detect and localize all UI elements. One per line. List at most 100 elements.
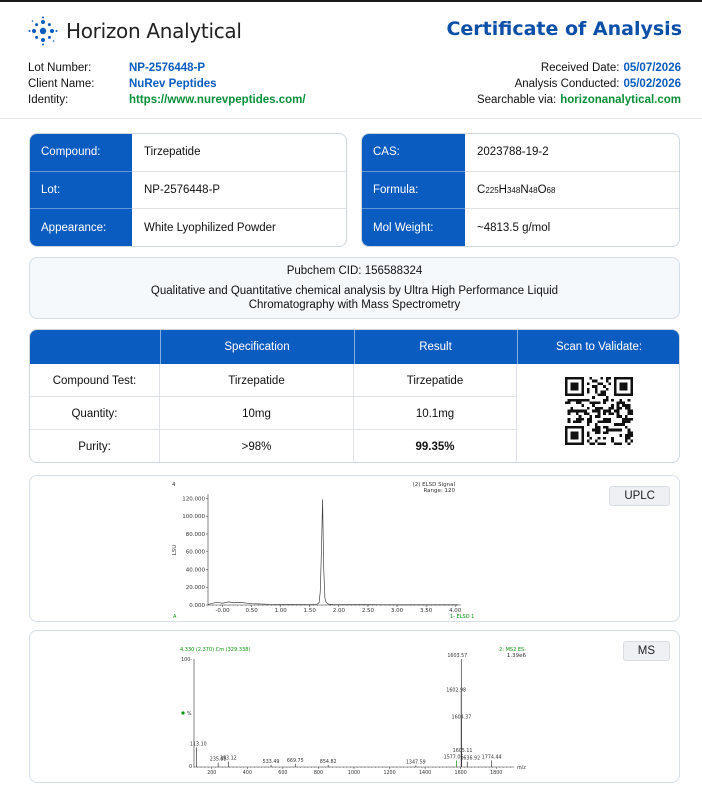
- qr-module: [600, 390, 604, 394]
- meta-key: Lot Number:: [28, 62, 92, 74]
- qr-module: [608, 382, 612, 386]
- uplc-legend-sub: Range: 120: [423, 488, 455, 494]
- identity-link[interactable]: https://www.nurevpeptides.com/: [129, 92, 306, 108]
- qr-module: [573, 409, 576, 413]
- qr-module: [581, 404, 585, 407]
- ms-x-tick-label: 800: [314, 770, 323, 776]
- row-label: Compound Test:: [30, 364, 160, 397]
- qr-module: [603, 401, 606, 405]
- qr-module: [592, 428, 595, 432]
- property-key: Appearance:: [41, 221, 107, 234]
- searchable-link[interactable]: horizonanalytical.com: [560, 92, 681, 108]
- qr-module: [627, 417, 631, 421]
- qr-module: [597, 436, 601, 440]
- qr-module: [592, 404, 595, 407]
- method-description: Qualitative and Quantitative chemical an…: [150, 285, 559, 311]
- qr-module: [594, 390, 598, 394]
- uplc-y-tick-label: 100.000: [182, 514, 205, 520]
- qr-module: [608, 409, 612, 413]
- qr-module: [616, 401, 620, 405]
- chemical-properties-card: CAS: Formula: Mol Weight: 2023788-19-2 C…: [361, 133, 680, 247]
- qr-module: [627, 406, 631, 410]
- ms-peak-label: 293.12: [220, 756, 237, 762]
- property-keys: Compound: Lot: Appearance:: [30, 134, 132, 246]
- qr-module: [624, 436, 628, 440]
- qr-module: [627, 436, 631, 440]
- compound-properties-card: Compound: Lot: Appearance: Tirzepatide N…: [29, 133, 347, 247]
- qr-module: [619, 428, 623, 432]
- qr-module: [619, 434, 623, 437]
- uplc-x-note: A: [173, 614, 177, 620]
- qr-module: [605, 431, 609, 435]
- qr-module: [565, 401, 568, 405]
- qr-module: [594, 385, 598, 388]
- uplc-y-label: LSU: [172, 545, 178, 556]
- ms-y-zero: 0: [189, 764, 192, 770]
- table-row: Purity: >98% 99.35%: [30, 430, 517, 462]
- top-border-line: [0, 0, 702, 2]
- qr-module: [622, 404, 625, 407]
- ms-header-right-sub: 1.39e6: [507, 653, 527, 659]
- qr-code-icon[interactable]: [565, 377, 633, 445]
- qr-module: [586, 439, 590, 443]
- qr-module: [616, 412, 620, 416]
- qr-module: [589, 401, 593, 405]
- qr-module: [581, 417, 585, 421]
- qr-module: [597, 428, 601, 432]
- ms-x-tick-label: 400: [243, 770, 252, 776]
- qr-module: [603, 417, 606, 421]
- qr-module: [611, 412, 614, 416]
- meta-row-lot: Lot Number: NP-2576448-P: [28, 60, 306, 76]
- qr-module: [597, 415, 601, 418]
- qr-module: [597, 382, 601, 386]
- qr-module: [603, 442, 606, 445]
- header-divider: [0, 118, 702, 119]
- ms-x-tick-label: 600: [278, 770, 287, 776]
- qr-module: [581, 409, 585, 413]
- meta-row-identity: Identity: https://www.nurevpeptides.com/: [28, 92, 306, 108]
- qr-module: [613, 409, 617, 413]
- uplc-y-tick-label: 40.000: [186, 567, 206, 573]
- qr-module: [605, 379, 609, 383]
- qr-module: [619, 442, 623, 445]
- qr-module: [575, 417, 579, 421]
- qr-module: [611, 428, 614, 432]
- qr-module: [581, 398, 585, 402]
- qr-module: [622, 401, 625, 405]
- qr-module: [592, 442, 595, 445]
- qr-module: [567, 420, 571, 424]
- meta-key: Client Name:: [28, 78, 95, 90]
- meta-row-client: Client Name: NuRev Peptides: [28, 76, 306, 92]
- pubchem-cid: Pubchem CID: 156588324: [286, 265, 423, 277]
- row-result: Tirzepatide: [354, 364, 517, 397]
- qr-module: [594, 379, 598, 383]
- qr-module: [594, 387, 598, 391]
- qr-module: [584, 398, 587, 402]
- qr-module: [608, 377, 612, 380]
- header-specification: Specification: [224, 341, 290, 353]
- qr-module: [627, 412, 631, 416]
- qr-module: [627, 442, 631, 445]
- mol-weight-value: ~4813.5 g/mol: [477, 221, 551, 234]
- qr-module: [627, 428, 631, 432]
- qr-module: [630, 417, 633, 421]
- ms-chart-card: 4.330 (2.370) Cm (329:338) 2: MS2 ES- 1.39…: [29, 630, 680, 783]
- ms-x-tick-label: 1200: [383, 770, 395, 776]
- meta-right: Received Date: 05/07/2026 Analysis Condu…: [477, 60, 681, 108]
- ms-x-tick-label: 200: [207, 770, 216, 776]
- qr-module: [589, 377, 593, 380]
- uplc-corner-label: 4: [172, 482, 176, 488]
- qr-module: [586, 423, 590, 426]
- qr-module: [630, 439, 633, 443]
- qr-module: [611, 404, 614, 407]
- qr-module: [575, 398, 579, 402]
- qr-module: [586, 398, 590, 402]
- qr-module: [622, 420, 625, 424]
- uplc-trace: [207, 499, 459, 606]
- qr-module: [600, 377, 604, 380]
- qr-module: [600, 442, 604, 445]
- qr-module: [573, 398, 576, 402]
- uplc-chart-card: 4 0.000 20.000 40.000 60.000 80.000 100.000 120…: [29, 475, 680, 622]
- client-name-value: NuRev Peptides: [129, 78, 217, 90]
- ms-y-top-label: 100-: [181, 657, 192, 663]
